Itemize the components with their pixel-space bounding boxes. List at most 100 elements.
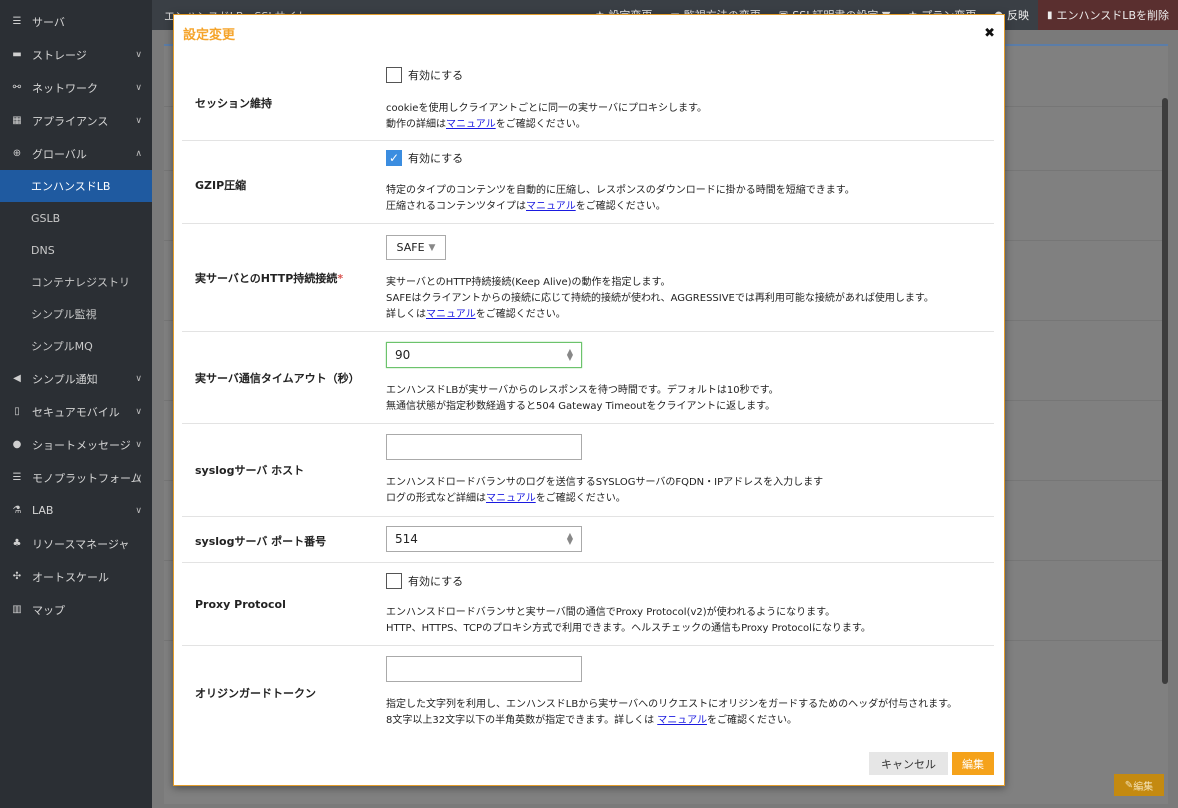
gzip-checkbox[interactable]: ✓ 有効にする [386, 150, 463, 166]
nav-sub-simple-monitor[interactable]: シンプル監視 [0, 298, 152, 330]
row-proxy-protocol: Proxy Protocol 有効にする エンハンスドロードバランサと実サーバ間… [182, 563, 994, 646]
scrollbar[interactable] [1162, 98, 1168, 684]
modal-footer: キャンセル 編集 [869, 752, 994, 775]
nav-item-label: リソースマネージャ [32, 537, 130, 551]
proxy-checkbox[interactable]: 有効にする [386, 573, 463, 589]
spinner-icon[interactable]: ▲ ▼ [567, 532, 573, 546]
nav-item-secure-mobile[interactable]: ▯ セキュアモバイル ∨ [0, 395, 152, 428]
proxy-checkbox-label: 有効にする [408, 575, 464, 588]
nav-item-label: LAB [32, 504, 54, 517]
trash-icon: ▮ [1047, 9, 1053, 21]
keepalive-select[interactable]: SAFE ▼ [386, 235, 446, 260]
background-edit-label: 編集 [1133, 781, 1154, 793]
nav-item-storage[interactable]: ▬ ストレージ ∨ [0, 38, 152, 71]
nav-item-map[interactable]: ▥ マップ [0, 593, 152, 626]
list-icon: ☰ [12, 472, 22, 483]
nav-sub-enhanced-lb[interactable]: エンハンスドLB [0, 170, 152, 202]
syslog-port-input[interactable]: 514 ▲ ▼ [386, 526, 582, 552]
chat-icon: ● [12, 439, 22, 450]
chevron-down-icon: ∨ [135, 115, 142, 126]
nav-item-lab[interactable]: ⚗ LAB ∨ [0, 494, 152, 527]
timeout-desc-line1: エンハンスドLBが実サーバからのレスポンスを待つ時間です。デフォルトは10秒です… [386, 385, 779, 396]
close-icon[interactable]: ✖ [984, 26, 995, 41]
nav-item-appliance[interactable]: ▦ アプライアンス ∨ [0, 104, 152, 137]
nav-item-autoscale[interactable]: ✣ オートスケール [0, 560, 152, 593]
session-desc-line1: cookieを使用しクライアントごとに同一の実サーバにプロキシします。 [386, 103, 707, 114]
row-session-persistence: セッション維持 有効にする cookieを使用しクライアントごとに同一の実サーバ… [182, 57, 994, 141]
timeout-value: 90 [395, 348, 411, 362]
nav-sub-gslb[interactable]: GSLB [0, 202, 152, 234]
syslog-host-desc-post: をご確認ください。 [535, 493, 626, 504]
caret-down-icon: ▼ [428, 242, 436, 253]
chevron-up-icon: ∧ [135, 148, 142, 159]
chevron-down-icon: ∨ [135, 82, 142, 93]
row-syslog-port: syslogサーバ ポート番号 514 ▲ ▼ [182, 517, 994, 563]
delete-lb-label: エンハンスドLBを削除 [1056, 9, 1169, 22]
origin-desc-line1: 指定した文字列を利用し、エンハンスドLBから実サーバへのリクエストにオリジンをガ… [386, 699, 958, 710]
nav-item-global[interactable]: ⊕ グローバル ∧ [0, 137, 152, 170]
manual-link[interactable]: マニュアル [446, 119, 496, 130]
manual-link[interactable]: マニュアル [526, 201, 576, 212]
arrows-icon: ✣ [12, 571, 22, 582]
server-icon: ☰ [12, 16, 22, 27]
delete-lb-button[interactable]: ▮ エンハンスドLBを削除 [1038, 0, 1178, 30]
gzip-desc-line1: 特定のタイプのコンテンツを自動的に圧縮し、レスポンスのダウンロードに掛かる時間を… [386, 185, 855, 196]
row-gzip: GZIP圧縮 ✓ 有効にする 特定のタイプのコンテンツを自動的に圧縮し、レスポン… [182, 141, 994, 224]
chevron-down-icon: ∨ [135, 439, 142, 450]
background-edit-button[interactable]: ✎ 編集 [1114, 774, 1164, 796]
megaphone-icon: ◀ [13, 373, 21, 384]
chevron-down-icon: ∨ [135, 406, 142, 417]
checkbox-unchecked-icon[interactable] [386, 573, 402, 589]
session-checkbox[interactable]: 有効にする [386, 67, 463, 83]
spinner-icon[interactable]: ▲ ▼ [567, 348, 573, 362]
appliance-icon: ▦ [12, 115, 22, 126]
nav-item-short-message[interactable]: ● ショートメッセージ ∨ [0, 428, 152, 461]
manual-link[interactable]: マニュアル [486, 493, 536, 504]
timeout-label: 実サーバ通信タイムアウト（秒） [195, 372, 360, 385]
origin-description: 指定した文字列を利用し、エンハンスドLBから実サーバへのリクエストにオリジンをガ… [386, 697, 957, 729]
nav-sub-dns[interactable]: DNS [0, 234, 152, 266]
apply-label: 反映 [1007, 9, 1030, 22]
keepalive-desc-line2: SAFEはクライアントからの接続に応じて持続的接続が使われ、AGGRESSIVE… [386, 293, 934, 304]
row-http-keepalive: 実サーバとのHTTP持続接続* SAFE ▼ 実サーバとのHTTP持続接続(Ke… [182, 224, 994, 332]
session-description: cookieを使用しクライアントごとに同一の実サーバにプロキシします。 動作の詳… [386, 101, 707, 133]
nav-item-network[interactable]: ⚯ ネットワーク ∨ [0, 71, 152, 104]
nav-item-resource-manager[interactable]: ♣ リソースマネージャ [0, 527, 152, 560]
keepalive-desc-line1: 実サーバとのHTTP持続接続(Keep Alive)の動作を指定します。 [386, 277, 671, 288]
origin-token-input[interactable] [386, 656, 582, 682]
checkbox-unchecked-icon[interactable] [386, 67, 402, 83]
chevron-down-icon: ∨ [135, 472, 142, 483]
nav-item-label: セキュアモバイル [32, 405, 120, 419]
proxy-description: エンハンスドロードバランサと実サーバ間の通信でProxy Protocol(v2… [386, 605, 871, 637]
proxy-label: Proxy Protocol [195, 598, 286, 611]
checkbox-checked-icon[interactable]: ✓ [386, 150, 402, 166]
nav-item-label: ストレージ [32, 48, 87, 62]
nav-item-simple-notification[interactable]: ◀ シンプル通知 ∨ [0, 362, 152, 395]
session-label: セッション維持 [195, 97, 272, 110]
nav-item-server[interactable]: ☰ サーバ [0, 5, 152, 38]
manual-link[interactable]: マニュアル [657, 715, 707, 726]
nav-item-label: ネットワーク [32, 81, 98, 95]
edit-submit-button[interactable]: 編集 [952, 752, 994, 775]
network-icon: ⚯ [12, 82, 22, 93]
map-icon: ▥ [12, 604, 22, 615]
keepalive-select-value: SAFE [396, 241, 425, 254]
sitemap-icon: ♣ [12, 538, 22, 549]
proxy-desc-line2: HTTP、HTTPS、TCPのプロキシ方式で利用できます。ヘルスチェックの通信も… [386, 623, 871, 634]
nav-sub-simple-mq[interactable]: シンプルMQ [0, 330, 152, 362]
syslog-host-input[interactable] [386, 434, 582, 460]
flask-icon: ⚗ [12, 505, 22, 516]
nav-item-label: アプライアンス [32, 114, 109, 128]
keepalive-label-text: 実サーバとのHTTP持続接続 [195, 272, 338, 285]
cancel-button[interactable]: キャンセル [869, 752, 948, 775]
gzip-label: GZIP圧縮 [195, 179, 247, 192]
sidebar: ☰ サーバ ▬ ストレージ ∨ ⚯ ネットワーク ∨ ▦ アプライアンス ∨ ⊕… [0, 0, 152, 808]
modal-title: 設定変更 [183, 27, 236, 43]
manual-link[interactable]: マニュアル [426, 309, 476, 320]
nav-sub-container-registry[interactable]: コンテナレジストリ [0, 266, 152, 298]
timeout-input[interactable]: 90 ▲ ▼ [386, 342, 582, 368]
gzip-desc-line2: 圧縮されるコンテンツタイプはマニュアルをご確認ください。 [386, 199, 855, 215]
nav-item-mono-platform[interactable]: ☰ モノプラットフォーム ∨ [0, 461, 152, 494]
origin-desc-line2: 8文字以上32文字以下の半角英数が指定できます。詳しくは マニュアルをご確認くだ… [386, 713, 957, 729]
globe-icon: ⊕ [12, 148, 22, 159]
